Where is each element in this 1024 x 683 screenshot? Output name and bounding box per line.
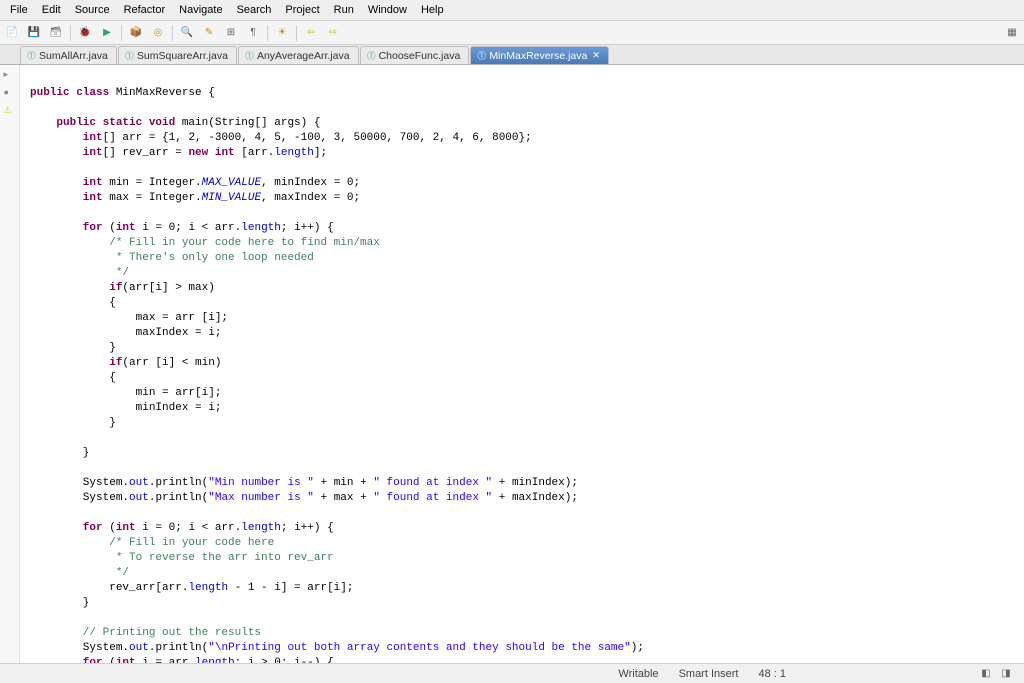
status-icon[interactable]: ◨ — [996, 666, 1016, 682]
task-icon[interactable]: ¶ — [245, 25, 261, 41]
menu-edit[interactable]: Edit — [36, 2, 67, 18]
marker-icon[interactable]: ⚠ — [4, 105, 16, 117]
debug-icon[interactable]: 🐞 — [77, 25, 93, 41]
run-icon[interactable]: ▶ — [99, 25, 115, 41]
marker-icon[interactable]: ● — [4, 87, 16, 99]
toggle-icon[interactable]: ⊞ — [223, 25, 239, 41]
menu-window[interactable]: Window — [362, 2, 413, 18]
new-package-icon[interactable]: 📦 — [128, 25, 144, 41]
wand-icon[interactable]: ✎ — [201, 25, 217, 41]
java-file-icon: ⓵ — [477, 49, 486, 62]
marker-icon[interactable]: ▸ — [4, 69, 16, 81]
status-cursor-position: 48 : 1 — [748, 668, 796, 680]
tab-sumsquarearr[interactable]: ⓵SumSquareArr.java — [118, 46, 237, 64]
perspective-icon[interactable]: ▦ — [1004, 25, 1020, 41]
tab-minmaxreverse[interactable]: ⓵MinMaxReverse.java✕ — [470, 46, 609, 64]
java-file-icon: ⓵ — [245, 49, 254, 62]
status-icon[interactable]: ◧ — [976, 666, 996, 682]
java-file-icon: ⓵ — [125, 49, 134, 62]
menu-navigate[interactable]: Navigate — [173, 2, 228, 18]
back-icon[interactable]: ⇦ — [303, 25, 319, 41]
new-icon[interactable]: 📄 — [4, 25, 20, 41]
new-class-icon[interactable]: ◎ — [150, 25, 166, 41]
menu-help[interactable]: Help — [415, 2, 450, 18]
tab-anyaveragearr[interactable]: ⓵AnyAverageArr.java — [238, 46, 359, 64]
save-icon[interactable]: 💾 — [26, 25, 42, 41]
menubar: File Edit Source Refactor Navigate Searc… — [0, 0, 1024, 21]
menu-search[interactable]: Search — [231, 2, 278, 18]
search-icon[interactable]: 🔍 — [179, 25, 195, 41]
status-insert-mode: Smart Insert — [669, 668, 749, 680]
menu-refactor[interactable]: Refactor — [118, 2, 172, 18]
toolbar: 📄 💾 🗃 🐞 ▶ 📦 ◎ 🔍 ✎ ⊞ ¶ ☀ ⇦ ⇨ ▦ — [0, 21, 1024, 45]
menu-source[interactable]: Source — [69, 2, 116, 18]
menu-run[interactable]: Run — [328, 2, 360, 18]
forward-icon[interactable]: ⇨ — [325, 25, 341, 41]
code-editor[interactable]: public class MinMaxReverse { public stat… — [20, 65, 1024, 663]
menu-project[interactable]: Project — [279, 2, 325, 18]
status-writable: Writable — [608, 668, 668, 680]
editor-tabs: ⓵SumAllArr.java ⓵SumSquareArr.java ⓵AnyA… — [0, 45, 1024, 65]
menu-file[interactable]: File — [4, 2, 34, 18]
close-icon[interactable]: ✕ — [592, 50, 600, 61]
java-file-icon: ⓵ — [27, 49, 36, 62]
tab-choosefunc[interactable]: ⓵ChooseFunc.java — [360, 46, 470, 64]
statusbar: Writable Smart Insert 48 : 1 ◧ ◨ — [0, 663, 1024, 683]
save-all-icon[interactable]: 🗃 — [48, 25, 64, 41]
filter-icon[interactable]: ☀ — [274, 25, 290, 41]
java-file-icon: ⓵ — [367, 49, 376, 62]
tab-sumallarr[interactable]: ⓵SumAllArr.java — [20, 46, 117, 64]
editor-gutter: ▸ ● ⚠ — [0, 65, 20, 663]
